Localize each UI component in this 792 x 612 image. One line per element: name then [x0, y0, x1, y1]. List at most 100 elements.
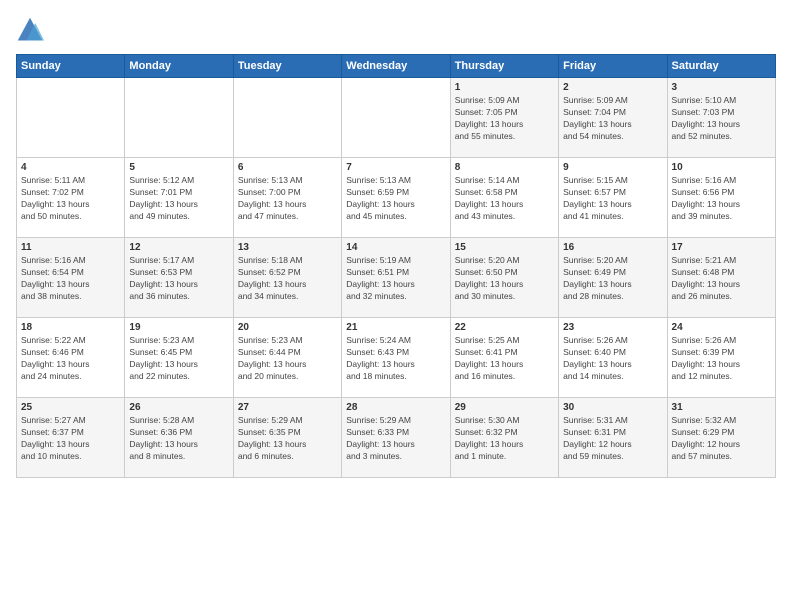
weekday-header: Saturday [667, 55, 775, 78]
calendar-week-row: 1 Sunrise: 5:09 AM Sunset: 7:05 PM Daylig… [17, 78, 776, 158]
calendar-cell: 21 Sunrise: 5:24 AM Sunset: 6:43 PM Dayli… [342, 318, 450, 398]
day-info: Sunrise: 5:19 AM Sunset: 6:51 PM Dayligh… [346, 255, 445, 303]
day-number: 16 [563, 242, 662, 253]
day-number: 2 [563, 82, 662, 93]
day-number: 20 [238, 322, 337, 333]
weekday-header-row: SundayMondayTuesdayWednesdayThursdayFrid… [17, 55, 776, 78]
day-number: 10 [672, 162, 771, 173]
day-info: Sunrise: 5:23 AM Sunset: 6:45 PM Dayligh… [129, 335, 228, 383]
calendar-cell: 11Sunrise: 5:16 AM Sunset: 6:54 PM Dayli… [17, 238, 125, 318]
calendar-cell: 31 Sunrise: 5:32 AM Sunset: 6:29 PM Dayli… [667, 398, 775, 478]
day-info: Sunrise: 5:17 AM Sunset: 6:53 PM Dayligh… [129, 255, 228, 303]
day-number: 14 [346, 242, 445, 253]
day-number: 5 [129, 162, 228, 173]
day-number: 29 [455, 402, 554, 413]
calendar-cell [233, 78, 341, 158]
calendar-cell: 22 Sunrise: 5:25 AM Sunset: 6:41 PM Dayli… [450, 318, 558, 398]
calendar-cell: 16 Sunrise: 5:20 AM Sunset: 6:49 PM Dayli… [559, 238, 667, 318]
calendar-cell: 9Sunrise: 5:15 AM Sunset: 6:57 PM Daylig… [559, 158, 667, 238]
weekday-header: Tuesday [233, 55, 341, 78]
day-info: Sunrise: 5:28 AM Sunset: 6:36 PM Dayligh… [129, 415, 228, 463]
calendar-cell: 30 Sunrise: 5:31 AM Sunset: 6:31 PM Dayli… [559, 398, 667, 478]
calendar-cell: 28 Sunrise: 5:29 AM Sunset: 6:33 PM Dayli… [342, 398, 450, 478]
day-number: 17 [672, 242, 771, 253]
day-number: 8 [455, 162, 554, 173]
calendar-cell: 23 Sunrise: 5:26 AM Sunset: 6:40 PM Dayli… [559, 318, 667, 398]
calendar-cell: 26 Sunrise: 5:28 AM Sunset: 6:36 PM Dayli… [125, 398, 233, 478]
calendar-cell [342, 78, 450, 158]
day-number: 30 [563, 402, 662, 413]
day-info: Sunrise: 5:09 AM Sunset: 7:04 PM Dayligh… [563, 95, 662, 143]
day-number: 21 [346, 322, 445, 333]
day-info: Sunrise: 5:20 AM Sunset: 6:49 PM Dayligh… [563, 255, 662, 303]
day-info: Sunrise: 5:24 AM Sunset: 6:43 PM Dayligh… [346, 335, 445, 383]
day-info: Sunrise: 5:26 AM Sunset: 6:40 PM Dayligh… [563, 335, 662, 383]
day-info: Sunrise: 5:13 AM Sunset: 6:59 PM Dayligh… [346, 175, 445, 223]
day-info: Sunrise: 5:32 AM Sunset: 6:29 PM Dayligh… [672, 415, 771, 463]
day-number: 7 [346, 162, 445, 173]
calendar-week-row: 25 Sunrise: 5:27 AM Sunset: 6:37 PM Dayli… [17, 398, 776, 478]
day-info: Sunrise: 5:22 AM Sunset: 6:46 PM Dayligh… [21, 335, 120, 383]
day-number: 3 [672, 82, 771, 93]
day-info: Sunrise: 5:21 AM Sunset: 6:48 PM Dayligh… [672, 255, 771, 303]
calendar-cell: 3Sunrise: 5:10 AM Sunset: 7:03 PM Daylig… [667, 78, 775, 158]
day-number: 12 [129, 242, 228, 253]
day-info: Sunrise: 5:15 AM Sunset: 6:57 PM Dayligh… [563, 175, 662, 223]
calendar-table: SundayMondayTuesdayWednesdayThursdayFrid… [16, 54, 776, 478]
day-info: Sunrise: 5:09 AM Sunset: 7:05 PM Dayligh… [455, 95, 554, 143]
day-info: Sunrise: 5:18 AM Sunset: 6:52 PM Dayligh… [238, 255, 337, 303]
day-info: Sunrise: 5:12 AM Sunset: 7:01 PM Dayligh… [129, 175, 228, 223]
day-info: Sunrise: 5:23 AM Sunset: 6:44 PM Dayligh… [238, 335, 337, 383]
calendar-cell: 15 Sunrise: 5:20 AM Sunset: 6:50 PM Dayli… [450, 238, 558, 318]
page-container: SundayMondayTuesdayWednesdayThursdayFrid… [0, 0, 792, 486]
calendar-cell: 13Sunrise: 5:18 AM Sunset: 6:52 PM Dayli… [233, 238, 341, 318]
day-info: Sunrise: 5:11 AM Sunset: 7:02 PM Dayligh… [21, 175, 120, 223]
calendar-cell: 4Sunrise: 5:11 AM Sunset: 7:02 PM Daylig… [17, 158, 125, 238]
calendar-cell: 1 Sunrise: 5:09 AM Sunset: 7:05 PM Daylig… [450, 78, 558, 158]
day-info: Sunrise: 5:16 AM Sunset: 6:54 PM Dayligh… [21, 255, 120, 303]
calendar-cell: 17 Sunrise: 5:21 AM Sunset: 6:48 PM Dayli… [667, 238, 775, 318]
day-number: 26 [129, 402, 228, 413]
calendar-cell [17, 78, 125, 158]
day-number: 23 [563, 322, 662, 333]
logo-icon [16, 16, 44, 44]
day-info: Sunrise: 5:25 AM Sunset: 6:41 PM Dayligh… [455, 335, 554, 383]
day-number: 18 [21, 322, 120, 333]
calendar-cell: 12 Sunrise: 5:17 AM Sunset: 6:53 PM Dayli… [125, 238, 233, 318]
day-info: Sunrise: 5:27 AM Sunset: 6:37 PM Dayligh… [21, 415, 120, 463]
weekday-header: Friday [559, 55, 667, 78]
day-info: Sunrise: 5:29 AM Sunset: 6:35 PM Dayligh… [238, 415, 337, 463]
calendar-cell: 18 Sunrise: 5:22 AM Sunset: 6:46 PM Dayli… [17, 318, 125, 398]
calendar-week-row: 11Sunrise: 5:16 AM Sunset: 6:54 PM Dayli… [17, 238, 776, 318]
day-number: 19 [129, 322, 228, 333]
calendar-week-row: 18 Sunrise: 5:22 AM Sunset: 6:46 PM Dayli… [17, 318, 776, 398]
day-info: Sunrise: 5:29 AM Sunset: 6:33 PM Dayligh… [346, 415, 445, 463]
day-info: Sunrise: 5:20 AM Sunset: 6:50 PM Dayligh… [455, 255, 554, 303]
weekday-header: Thursday [450, 55, 558, 78]
day-number: 28 [346, 402, 445, 413]
day-number: 25 [21, 402, 120, 413]
calendar-week-row: 4Sunrise: 5:11 AM Sunset: 7:02 PM Daylig… [17, 158, 776, 238]
calendar-cell: 14 Sunrise: 5:19 AM Sunset: 6:51 PM Dayli… [342, 238, 450, 318]
weekday-header: Monday [125, 55, 233, 78]
calendar-cell: 7 Sunrise: 5:13 AM Sunset: 6:59 PM Daylig… [342, 158, 450, 238]
day-info: Sunrise: 5:26 AM Sunset: 6:39 PM Dayligh… [672, 335, 771, 383]
calendar-cell [125, 78, 233, 158]
day-number: 1 [455, 82, 554, 93]
day-info: Sunrise: 5:14 AM Sunset: 6:58 PM Dayligh… [455, 175, 554, 223]
calendar-cell: 8 Sunrise: 5:14 AM Sunset: 6:58 PM Daylig… [450, 158, 558, 238]
day-number: 15 [455, 242, 554, 253]
calendar-cell: 27Sunrise: 5:29 AM Sunset: 6:35 PM Dayli… [233, 398, 341, 478]
day-number: 31 [672, 402, 771, 413]
day-info: Sunrise: 5:31 AM Sunset: 6:31 PM Dayligh… [563, 415, 662, 463]
weekday-header: Sunday [17, 55, 125, 78]
day-number: 22 [455, 322, 554, 333]
calendar-cell: 25 Sunrise: 5:27 AM Sunset: 6:37 PM Dayli… [17, 398, 125, 478]
calendar-cell: 10Sunrise: 5:16 AM Sunset: 6:56 PM Dayli… [667, 158, 775, 238]
day-number: 24 [672, 322, 771, 333]
weekday-header: Wednesday [342, 55, 450, 78]
calendar-cell: 19 Sunrise: 5:23 AM Sunset: 6:45 PM Dayli… [125, 318, 233, 398]
header [16, 16, 776, 44]
day-info: Sunrise: 5:13 AM Sunset: 7:00 PM Dayligh… [238, 175, 337, 223]
calendar-cell: 24 Sunrise: 5:26 AM Sunset: 6:39 PM Dayli… [667, 318, 775, 398]
